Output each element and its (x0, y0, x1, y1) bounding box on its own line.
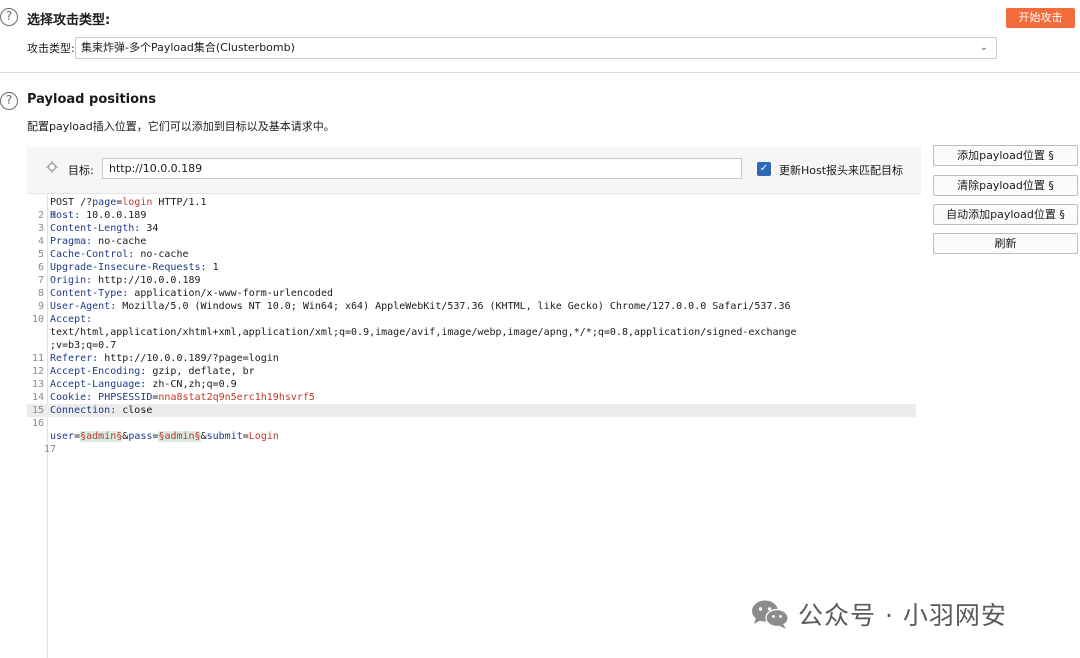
code-line: 13 Accept-Language: zh-CN,zh;q=0.9 (31, 379, 237, 390)
code-line: 5 Cache-Control: no-cache (37, 249, 189, 260)
start-attack-button[interactable]: 开始攻击 (1006, 8, 1075, 28)
code-line: 17 user=§admin§&pass=§admin§&submit=Logi… (44, 431, 279, 455)
code-line: 3 Content-Length: 34 (37, 223, 159, 234)
code-line: 1 POST /?page=login HTTP/1.1 (50, 197, 207, 221)
target-input[interactable]: http://10.0.0.189 (102, 158, 742, 179)
wechat-icon (752, 600, 789, 629)
checkbox-icon[interactable]: ✓ (757, 162, 771, 176)
code-line: 7 Origin: http://10.0.0.189 (37, 275, 201, 286)
code-line: 10 Accept: (31, 314, 93, 325)
add-payload-position-button[interactable]: 添加payload位置 § (933, 145, 1078, 166)
code-line: 16 (31, 418, 44, 429)
code-line: text/html,application/xhtml+xml,applicat… (50, 327, 797, 338)
payload-marker: §admin§ (80, 431, 123, 442)
watermark: 公众号 · 小羽网安 (750, 596, 1007, 632)
payload-positions-title: Payload positions (27, 92, 157, 107)
target-label: 目标: (68, 164, 94, 177)
payload-positions-description: 配置payload插入位置，它们可以添加到目标以及基本请求中。 (27, 120, 335, 133)
attack-type-select[interactable]: 集束炸弹-多个Payload集合(Clusterbomb) ⌄ (75, 37, 997, 59)
code-line: 11 Referer: http://10.0.0.189/?page=login (31, 353, 279, 364)
auto-add-payload-position-button[interactable]: 自动添加payload位置 § (933, 204, 1078, 225)
code-line: 12 Accept-Encoding: gzip, deflate, br (31, 366, 255, 377)
chevron-down-icon: ⌄ (979, 42, 988, 53)
code-line: 14 Cookie: PHPSESSID=nna8stat2q9n5erc1h19… (31, 392, 315, 403)
attack-type-title: 选择攻击类型: (27, 13, 111, 28)
help-icon[interactable]: ? (0, 92, 18, 110)
attack-type-value: 集束炸弹-多个Payload集合(Clusterbomb) (81, 41, 295, 54)
payload-marker: §admin§ (158, 431, 201, 442)
watermark-text: 公众号 · 小羽网安 (798, 601, 1007, 630)
code-line: 15 Connection: close (27, 404, 916, 417)
update-host-label: 更新Host报头来匹配目标 (779, 164, 904, 177)
clear-payload-position-button[interactable]: 清除payload位置 § (933, 175, 1078, 196)
code-line: 6 Upgrade-Insecure-Requests: 1 (37, 262, 219, 273)
refresh-button[interactable]: 刷新 (933, 233, 1078, 254)
crosshair-icon (46, 161, 58, 173)
code-line: 9 User-Agent: Mozilla/5.0 (Windows NT 10.… (37, 301, 791, 312)
code-line: 2 Host: 10.0.0.189 (37, 210, 147, 221)
attack-type-label: 攻击类型: (27, 42, 75, 55)
help-icon[interactable]: ? (0, 8, 18, 26)
code-line: 4 Pragma: no-cache (37, 236, 147, 247)
code-line: 8 Content-Type: application/x-www-form-ur… (37, 288, 333, 299)
section-divider (0, 72, 1080, 73)
code-line: ;v=b3;q=0.7 (50, 340, 117, 351)
